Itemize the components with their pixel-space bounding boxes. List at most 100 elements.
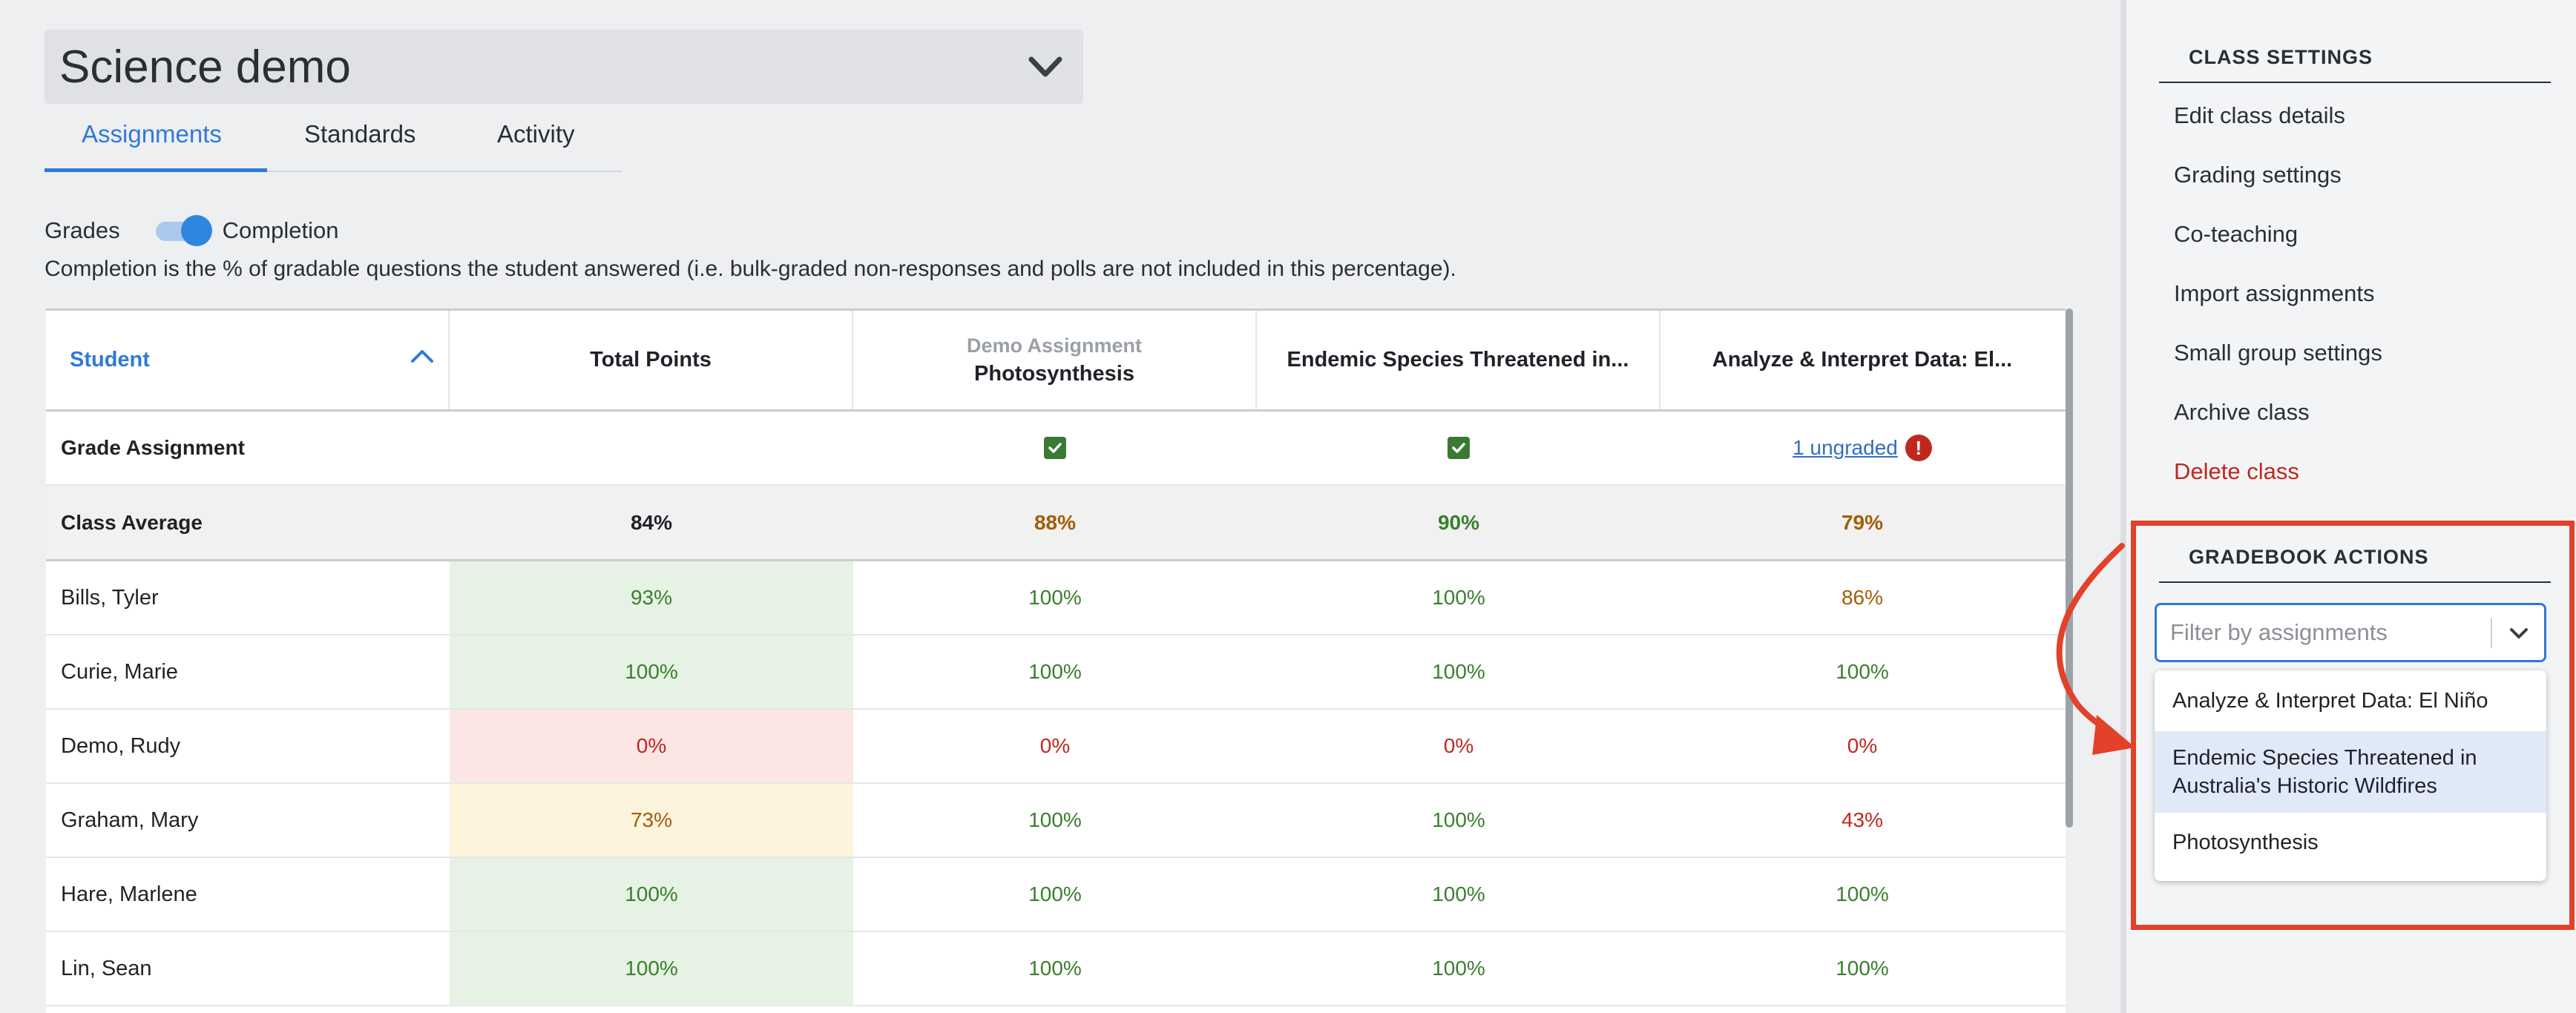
total-cell: 73% <box>450 784 853 857</box>
score-cell[interactable]: 100% <box>1660 858 2064 931</box>
analyze-data-header-label: Analyze & Interpret Data: El... <box>1712 348 2013 372</box>
class-title: Science demo <box>59 41 351 93</box>
total-cell: 0% <box>450 710 853 782</box>
student-name-label: Hare, Marlene <box>61 882 197 906</box>
table-row: Lin, Sean 100% 100% 100% 100% <box>46 932 2066 1006</box>
grades-completion-switch[interactable] <box>153 215 212 246</box>
student-header-label: Student <box>70 348 150 372</box>
class-selector[interactable]: Science demo <box>45 30 1083 104</box>
table-row: Graham, Mary 73% 100% 100% 43% <box>46 784 2066 858</box>
avg-endemic-species: 90% <box>1437 510 1480 534</box>
view-toggle: Grades Completion <box>45 212 338 249</box>
student-name-label: Graham, Mary <box>61 808 199 832</box>
score-cell[interactable]: 100% <box>853 784 1257 857</box>
toggle-left-label: Grades <box>45 217 120 243</box>
class-settings-divider <box>2159 82 2551 83</box>
dropdown-option-photosynthesis[interactable]: Photosynthesis <box>2155 813 2546 872</box>
score-cell[interactable]: 0% <box>853 710 1257 782</box>
endemic-species-header[interactable]: Endemic Species Threatened in... <box>1257 311 1660 409</box>
class-average-row: Class Average 84% 88% 90% 79% <box>46 486 2066 561</box>
avg-total: 84% <box>630 510 673 534</box>
grading-settings-link[interactable]: Grading settings <box>2174 162 2342 188</box>
demo-assignment-tag: Demo Assignment <box>966 334 1143 357</box>
delete-class-link[interactable]: Delete class <box>2174 458 2299 485</box>
table-cell <box>853 412 1257 484</box>
tab-activity[interactable]: Activity <box>497 111 575 172</box>
score-cell[interactable]: 100% <box>1660 932 2064 1005</box>
score-cell[interactable]: 86% <box>1660 561 2064 634</box>
table-cell: Grade Assignment <box>46 412 450 484</box>
option-label: Analyze & Interpret Data: El Niño <box>2172 689 2488 713</box>
filter-divider <box>2491 618 2492 648</box>
score-cell[interactable]: 100% <box>853 636 1257 708</box>
score-cell[interactable]: 43% <box>1660 784 2064 857</box>
graded-check-icon[interactable] <box>1044 437 1066 459</box>
total-cell: 100% <box>450 636 853 708</box>
tab-standards[interactable]: Standards <box>304 111 415 172</box>
grade-assignment-label: Grade Assignment <box>61 436 245 459</box>
student-name[interactable]: Bills, Tyler <box>46 561 450 634</box>
student-header[interactable]: Student <box>46 311 450 409</box>
alert-icon: ! <box>1905 435 1932 461</box>
score-cell[interactable]: 100% <box>1257 636 1660 708</box>
table-cell: Class Average <box>46 486 450 559</box>
endemic-species-header-label: Endemic Species Threatened in... <box>1287 348 1629 372</box>
dropdown-option-analyze-data[interactable]: Analyze & Interpret Data: El Niño <box>2155 670 2546 731</box>
sort-ascending-icon[interactable] <box>410 346 435 366</box>
score-cell[interactable]: 100% <box>853 932 1257 1005</box>
score-cell[interactable]: 100% <box>1257 858 1660 931</box>
table-cell <box>450 412 853 484</box>
student-name[interactable]: Curie, Marie <box>46 636 450 708</box>
ungraded-link[interactable]: 1 ungraded <box>1793 436 1898 460</box>
avg-photosynthesis: 88% <box>1034 510 1077 534</box>
gradebook-main: Science demo Assignments Standards Activ… <box>0 0 2120 1013</box>
analyze-data-header[interactable]: Analyze & Interpret Data: El... <box>1660 311 2064 409</box>
score-cell[interactable]: 100% <box>1257 784 1660 857</box>
option-label-line2: Australia's Historic Wildfires <box>2172 774 2437 798</box>
student-name[interactable]: Lin, Sean <box>46 932 450 1005</box>
gradebook-table: Student Total Points Demo Assignment Pho… <box>46 308 2066 1013</box>
tab-bar: Assignments Standards Activity <box>45 111 622 172</box>
student-name[interactable]: Demo, Rudy <box>46 710 450 782</box>
table-row: Demo, Rudy 0% 0% 0% 0% <box>46 710 2066 784</box>
avg-analyze-data: 79% <box>1841 510 1884 534</box>
chevron-down-icon <box>1028 56 1062 77</box>
table-cell <box>1257 412 1660 484</box>
score-cell[interactable]: 100% <box>1257 932 1660 1005</box>
edit-class-details-link[interactable]: Edit class details <box>2174 102 2345 129</box>
table-row: Curie, Marie 100% 100% 100% 100% <box>46 636 2066 710</box>
student-name-label: Bills, Tyler <box>61 585 159 610</box>
student-name-label: Lin, Sean <box>61 956 152 980</box>
tab-assignments[interactable]: Assignments <box>45 111 267 172</box>
score-cell[interactable]: 100% <box>853 561 1257 634</box>
filter-placeholder: Filter by assignments <box>2170 619 2388 645</box>
annotation-arrow-icon <box>2056 543 2135 755</box>
dropdown-option-endemic-species[interactable]: Endemic Species Threatened in Australia'… <box>2155 731 2546 813</box>
chevron-down-icon[interactable] <box>2507 623 2531 644</box>
table-row: Bills, Tyler 93% 100% 100% 86% <box>46 561 2066 636</box>
co-teaching-link[interactable]: Co-teaching <box>2174 221 2298 248</box>
score-cell[interactable]: 0% <box>1660 710 2064 782</box>
option-label-line1: Endemic Species Threatened in <box>2172 746 2477 770</box>
total-cell: 100% <box>450 932 853 1005</box>
small-group-settings-link[interactable]: Small group settings <box>2174 340 2382 366</box>
option-label: Photosynthesis <box>2172 831 2319 854</box>
table-row: Hare, Marlene 100% 100% 100% 100% <box>46 858 2066 932</box>
student-name[interactable]: Hare, Marlene <box>46 858 450 931</box>
student-name-label: Curie, Marie <box>61 659 178 684</box>
graded-check-icon[interactable] <box>1448 437 1470 459</box>
import-assignments-link[interactable]: Import assignments <box>2174 280 2375 307</box>
total-points-header[interactable]: Total Points <box>450 311 853 409</box>
student-name[interactable]: Graham, Mary <box>46 784 450 857</box>
filter-by-assignments-input[interactable]: Filter by assignments <box>2155 603 2546 662</box>
photosynthesis-header[interactable]: Demo Assignment Photosynthesis <box>853 311 1257 409</box>
archive-class-link[interactable]: Archive class <box>2174 399 2310 426</box>
assignments-dropdown-menu: Analyze & Interpret Data: El Niño Endemi… <box>2155 670 2546 881</box>
completion-note: Completion is the % of gradable question… <box>45 257 1456 281</box>
total-cell: 93% <box>450 561 853 634</box>
score-cell[interactable]: 100% <box>1257 561 1660 634</box>
score-cell[interactable]: 100% <box>853 858 1257 931</box>
score-cell[interactable]: 0% <box>1257 710 1660 782</box>
score-cell[interactable]: 100% <box>1660 636 2064 708</box>
app-root: Science demo Assignments Standards Activ… <box>0 0 2576 1013</box>
